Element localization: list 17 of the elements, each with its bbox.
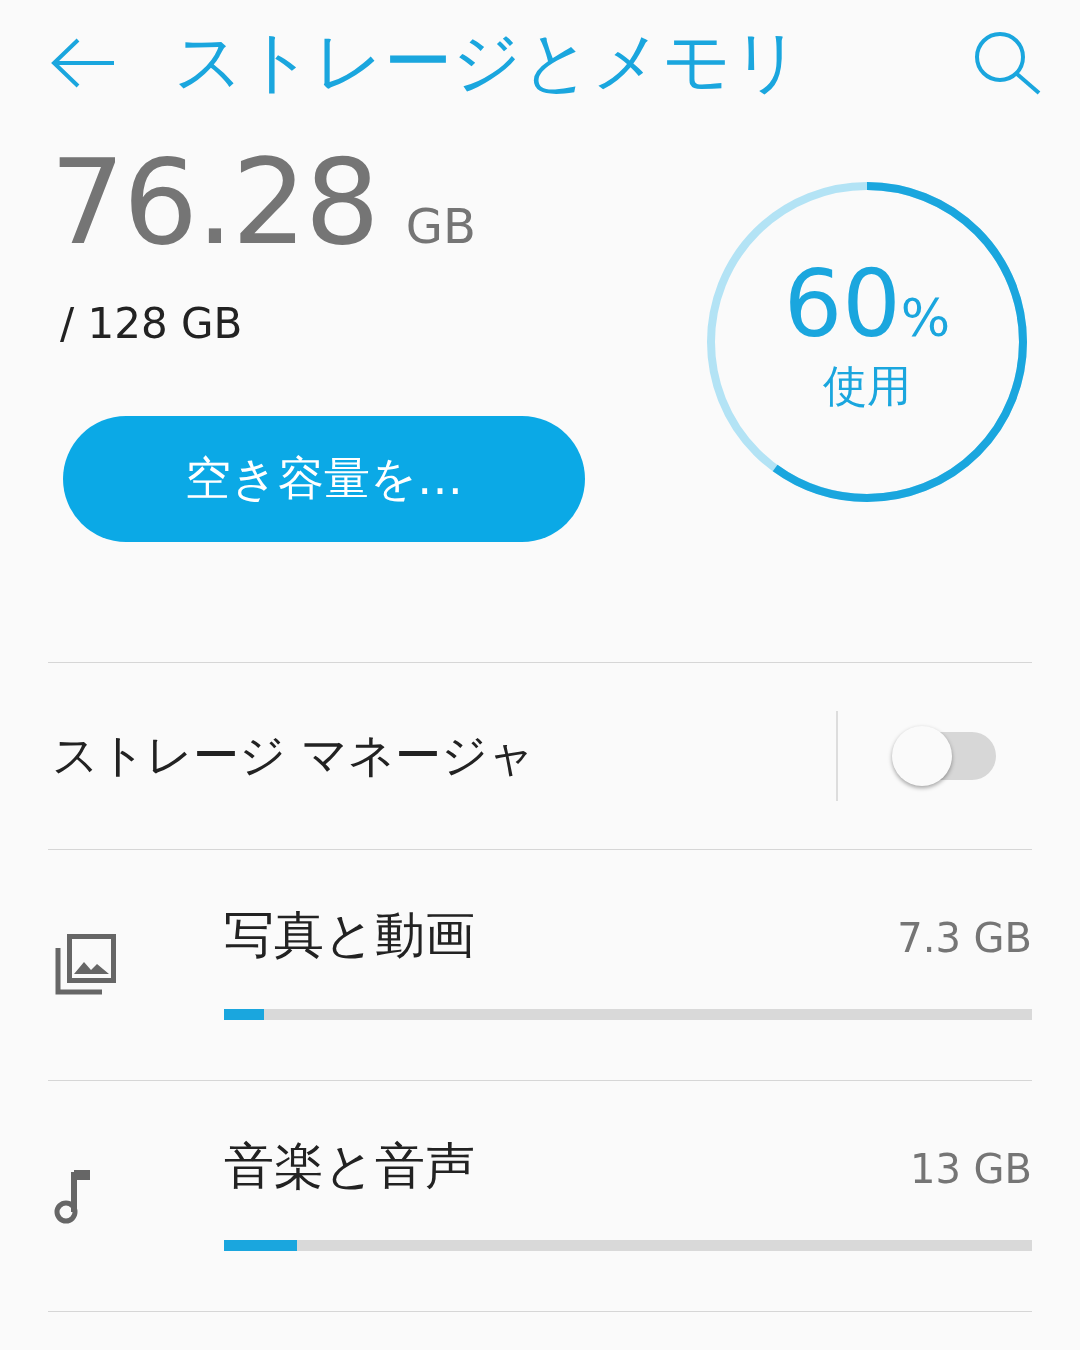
category-label: 音楽と音声 — [224, 1136, 475, 1197]
storage-manager-toggle[interactable] — [892, 726, 998, 786]
percent-sign: % — [900, 287, 951, 348]
used-storage: 76.28 — [50, 143, 378, 261]
storage-manager-label: ストレージ マネージャ — [52, 727, 536, 784]
free-space-button[interactable]: 空き容量を… — [63, 416, 585, 542]
photo-gallery-icon — [54, 934, 116, 996]
back-icon[interactable] — [50, 37, 116, 88]
usage-caption: 使用 — [823, 358, 911, 413]
usage-percent: 60 — [783, 258, 901, 351]
total-storage: / 128 GB — [60, 299, 244, 348]
screen-title: ストレージとメモリ — [174, 21, 803, 103]
used-unit: GB — [405, 198, 476, 254]
search-icon[interactable] — [974, 30, 1042, 95]
category-label: 写真と動画 — [224, 905, 475, 966]
category-size: 13 GB — [909, 1146, 1032, 1192]
category-size: 7.3 GB — [897, 915, 1032, 961]
